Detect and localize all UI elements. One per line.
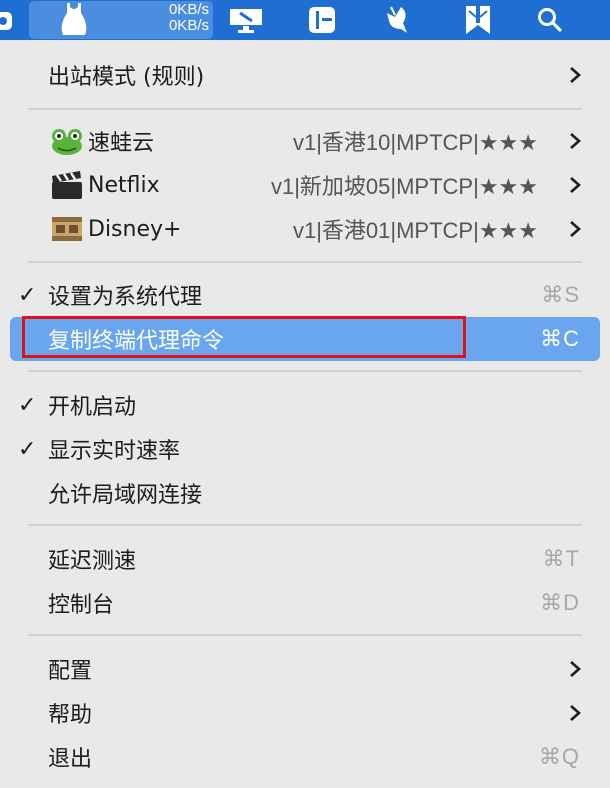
menu-item-label: 退出 [48, 747, 93, 772]
menu-item-label: 设置为系统代理 [48, 285, 203, 310]
proxy-group-name: Netflix [88, 172, 160, 198]
menu-item-help[interactable]: 帮助 [10, 691, 600, 735]
bookmark-icon[interactable] [456, 0, 500, 40]
proxy-group-name: 速蛙云 [88, 131, 155, 156]
menu-item-config[interactable]: 配置 [10, 647, 600, 691]
chevron-right-icon [570, 705, 581, 721]
menu-item-label: 出站模式 (规则) [48, 65, 205, 90]
shortcut-label: ⌘C [540, 326, 580, 351]
film-reel-icon [52, 217, 82, 241]
network-status-item[interactable]: 0KB/s 0KB/s [29, 1, 213, 39]
menu-item-proxy-group[interactable]: 速蛙云 v1|香港10|MPTCP|★★★ [10, 119, 600, 163]
chevron-right-icon [570, 133, 581, 149]
frog-icon [52, 129, 82, 155]
shortcut-label: ⌘D [540, 590, 580, 615]
checkmark-icon: ✓ [18, 436, 37, 462]
separator [28, 370, 582, 372]
proxy-node-detail: v1|新加坡05|MPTCP|★★★ [270, 174, 538, 199]
proxy-node-detail: v1|香港01|MPTCP|★★★ [292, 218, 538, 243]
menu-item-set-system-proxy[interactable]: ✓ 设置为系统代理 ⌘S [10, 273, 600, 317]
chevron-right-icon [570, 67, 581, 83]
app-icon[interactable] [0, 0, 14, 40]
checkmark-icon: ✓ [18, 282, 37, 308]
separator [28, 634, 582, 636]
bird-icon[interactable] [376, 0, 420, 40]
menu-item-label: 允许局域网连接 [48, 483, 203, 508]
menu-item-label: 控制台 [48, 593, 115, 618]
highlight-annotation-box [22, 316, 466, 358]
search-icon[interactable] [528, 0, 572, 40]
menu-item-latency-test[interactable]: 延迟测速 ⌘T [10, 537, 600, 581]
display-icon[interactable] [224, 0, 268, 40]
clapperboard-icon [52, 171, 82, 199]
proxy-node-detail: v1|香港10|MPTCP|★★★ [292, 130, 538, 155]
menu-item-console[interactable]: 控制台 ⌘D [10, 581, 600, 625]
menu-item-label: 帮助 [48, 703, 93, 728]
menu-item-show-speed[interactable]: ✓ 显示实时速率 [10, 427, 600, 471]
menu-item-quit[interactable]: 退出 ⌘Q [10, 735, 600, 779]
upload-speed: 0KB/s [168, 1, 209, 18]
shortcut-label: ⌘T [542, 546, 580, 571]
menu-bar: 0KB/s 0KB/s [0, 0, 610, 40]
separator [28, 108, 582, 110]
shortcut-label: ⌘Q [538, 744, 580, 769]
speed-readout: 0KB/s 0KB/s [135, 2, 209, 34]
chevron-right-icon [570, 661, 581, 677]
layout-icon[interactable] [300, 0, 344, 40]
separator [28, 261, 582, 263]
separator [28, 524, 582, 526]
menu-item-proxy-group[interactable]: Disney+ v1|香港01|MPTCP|★★★ [10, 207, 600, 251]
download-speed: 0KB/s [168, 17, 209, 34]
menu-item-label: 显示实时速率 [48, 439, 181, 464]
checkmark-icon: ✓ [18, 392, 37, 418]
menu-item-allow-lan[interactable]: 允许局域网连接 [10, 471, 600, 515]
menu-item-launch-at-login[interactable]: ✓ 开机启动 [10, 383, 600, 427]
proxy-group-name: Disney+ [88, 216, 182, 242]
menu-item-outbound-mode[interactable]: 出站模式 (规则) [10, 53, 600, 97]
chevron-right-icon [570, 177, 581, 193]
shortcut-label: ⌘S [541, 282, 580, 307]
menu-item-proxy-group[interactable]: Netflix v1|新加坡05|MPTCP|★★★ [10, 163, 600, 207]
menu-item-label: 配置 [48, 659, 93, 684]
network-status-icon [59, 3, 89, 37]
chevron-right-icon [570, 221, 581, 237]
menu-item-label: 延迟测速 [48, 549, 137, 574]
menu-item-label: 开机启动 [48, 395, 137, 420]
